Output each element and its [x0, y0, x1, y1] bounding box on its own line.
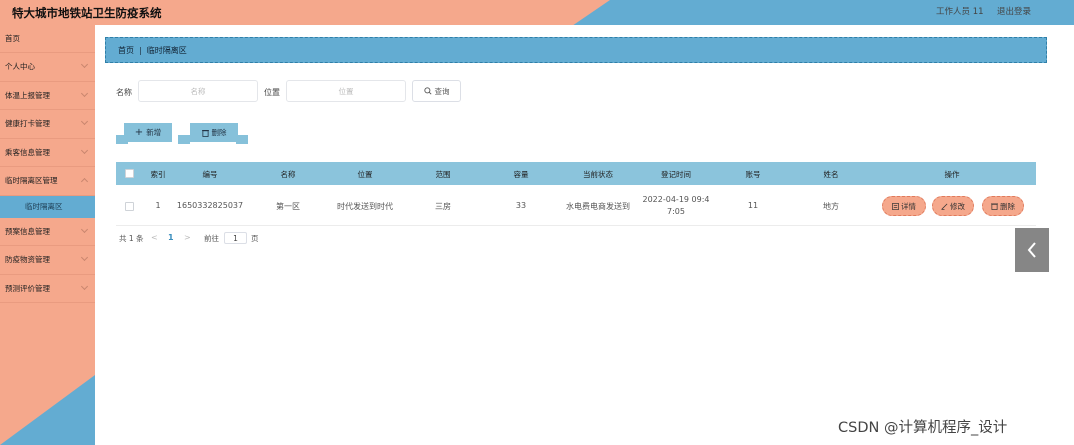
sidebar-item-personal-center[interactable]: 个人中心 [0, 53, 95, 82]
sidebar-subitem-label: 临时隔离区 [25, 202, 63, 211]
plus-icon: + [134, 127, 144, 138]
cell-status: 水电费电商发送到 [566, 202, 630, 211]
side-panel-toggle[interactable] [1015, 228, 1049, 272]
search-icon [423, 87, 432, 95]
position-label: 位置 [264, 88, 280, 97]
column-header-person: 姓名 [823, 170, 839, 179]
delete-button-tail [178, 135, 190, 144]
column-header-account: 账号 [745, 170, 761, 179]
watermark: CSDN @计算机程序_设计 [838, 420, 1008, 436]
cell-range: 三房 [435, 202, 451, 211]
row-checkbox[interactable] [125, 202, 134, 211]
column-header-index: 索引 [150, 170, 166, 179]
column-header-actions: 操作 [944, 170, 960, 179]
sidebar-item-temperature[interactable]: 体温上报管理 [0, 82, 95, 110]
sidebar-item-label: 临时隔离区管理 [5, 176, 58, 186]
cell-person: 地方 [823, 202, 839, 211]
pagination-goto-input[interactable]: 1 [224, 232, 247, 244]
detail-icon [892, 202, 899, 210]
pagination-page-suffix: 页 [251, 234, 259, 243]
delete-row-button-label: 删除 [1000, 201, 1015, 211]
table-header: 索引 编号 名称 位置 范围 容量 当前状态 登记时间 账号 姓名 操作 [116, 162, 1036, 185]
sidebar-item-health-checkin[interactable]: 健康打卡管理 [0, 110, 95, 139]
sidebar: 首页 个人中心 体温上报管理 健康打卡管理 乘客信息管理 临时隔离区管理 临时隔… [0, 25, 95, 445]
column-header-code: 编号 [202, 170, 218, 179]
sidebar-item-label: 体温上报管理 [5, 90, 50, 100]
column-header-capacity: 容量 [513, 170, 529, 179]
edit-button[interactable]: 修改 [932, 196, 974, 216]
name-input[interactable]: 名称 [138, 80, 258, 102]
sidebar-item-label: 健康打卡管理 [5, 119, 50, 129]
edit-icon [941, 203, 948, 210]
pagination-total: 共 1 条 [119, 234, 144, 243]
column-header-name: 名称 [280, 170, 296, 179]
pagination-current-page[interactable]: 1 [168, 233, 174, 242]
top-header: 特大城市地铁站卫生防疫系统 工作人员 11 退出登录 [0, 0, 1074, 25]
cell-account: 11 [747, 201, 759, 210]
logout-link[interactable]: 退出登录 [997, 5, 1031, 17]
pagination-goto-label: 前往 [204, 234, 219, 243]
add-button-label: 新增 [146, 128, 162, 137]
add-button[interactable]: + 新增 [124, 123, 172, 142]
cell-capacity: 33 [515, 201, 527, 210]
name-label: 名称 [116, 88, 132, 97]
cell-position: 时代发送到时代 [337, 202, 393, 211]
pagination-prev[interactable]: < [151, 233, 158, 242]
trash-icon [991, 203, 998, 210]
sidebar-subitem-isolation-area[interactable]: 临时隔离区 [0, 195, 95, 218]
delete-button[interactable]: 删除 [982, 196, 1024, 216]
sidebar-item-label: 预测评价管理 [5, 283, 50, 293]
breadcrumb-current: 临时隔离区 [146, 45, 187, 55]
sidebar-item-label: 预案信息管理 [5, 226, 50, 236]
detail-button-label: 详情 [901, 201, 916, 211]
delete-button-label: 删除 [211, 128, 227, 137]
chevron-down-icon [80, 89, 89, 97]
breadcrumb-home[interactable]: 首页 [118, 45, 134, 56]
cell-code: 1650332825037 [176, 201, 244, 210]
sidebar-item-isolation-management[interactable]: 临时隔离区管理 [0, 167, 95, 196]
pagination-next[interactable]: > [184, 233, 191, 242]
chevron-down-icon [80, 146, 89, 154]
table-row: 1 1650332825037 第一区 时代发送到时代 三房 33 水电费电商发… [116, 186, 1036, 226]
app-title: 特大城市地铁站卫生防疫系统 [12, 6, 162, 20]
sidebar-item-prediction[interactable]: 预测评价管理 [0, 275, 95, 303]
cell-time: 2022-04-19 09:4 7:05 [642, 195, 710, 216]
chevron-down-icon [80, 60, 89, 69]
current-user: 工作人员 11 [936, 7, 984, 17]
edit-button-label: 修改 [950, 201, 965, 211]
sidebar-item-passenger[interactable]: 乘客信息管理 [0, 139, 95, 167]
chevron-up-icon [80, 177, 89, 186]
chevron-down-icon [80, 253, 89, 262]
sidebar-accent [0, 375, 95, 445]
chevron-down-icon [80, 117, 89, 126]
column-header-status: 当前状态 [583, 170, 613, 179]
sidebar-item-home[interactable]: 首页 [0, 25, 95, 53]
breadcrumb: 首页 | 临时隔离区 [105, 37, 1047, 63]
select-all-checkbox[interactable] [125, 169, 134, 178]
column-header-position: 位置 [357, 170, 373, 179]
cell-name: 第一区 [276, 202, 300, 211]
search-button[interactable]: 查询 [412, 80, 461, 102]
cell-index: 1 [155, 201, 161, 210]
detail-button[interactable]: 详情 [882, 196, 926, 216]
sidebar-item-plan[interactable]: 预案信息管理 [0, 218, 95, 246]
chevron-left-icon [1027, 242, 1036, 258]
sidebar-item-label: 首页 [5, 34, 20, 43]
position-input[interactable]: 位置 [286, 80, 406, 102]
breadcrumb-separator: | [139, 45, 142, 55]
sidebar-item-label: 乘客信息管理 [5, 147, 50, 157]
sidebar-item-supplies[interactable]: 防疫物资管理 [0, 246, 95, 275]
search-button-label: 查询 [434, 86, 450, 96]
batch-delete-button[interactable]: 删除 [190, 123, 238, 142]
chevron-down-icon [80, 282, 89, 290]
trash-icon [201, 129, 209, 137]
chevron-down-icon [80, 225, 89, 233]
sidebar-item-label: 个人中心 [5, 62, 35, 72]
column-header-time: 登记时间 [661, 170, 691, 179]
sidebar-item-label: 防疫物资管理 [5, 255, 50, 265]
column-header-range: 范围 [435, 170, 451, 179]
